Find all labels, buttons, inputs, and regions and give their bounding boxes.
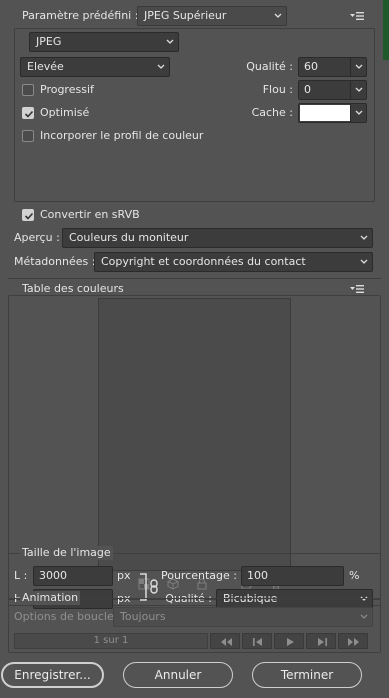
loop-label: Options de boucle : xyxy=(14,610,121,623)
color-table-menu-icon[interactable] xyxy=(350,284,364,294)
section-divider xyxy=(8,278,381,279)
first-frame-button[interactable] xyxy=(210,633,240,649)
chevron-down-icon xyxy=(360,235,368,240)
chevron-down-icon xyxy=(355,110,363,115)
chevron-down-icon xyxy=(360,614,368,619)
save-button[interactable]: Enregistrer... xyxy=(1,662,104,688)
percent-unit: % xyxy=(349,569,360,582)
cancel-button[interactable]: Annuler xyxy=(123,662,233,688)
convert-srgb-checkbox[interactable] xyxy=(22,209,34,221)
matte-color-swatch[interactable] xyxy=(300,105,350,121)
animation-title: Animation xyxy=(20,591,81,605)
quality-combo[interactable]: 60 xyxy=(298,57,367,77)
matte-label: Cache : xyxy=(251,106,293,119)
width-input[interactable]: 3000 xyxy=(33,566,113,586)
blur-combo[interactable]: 0 xyxy=(298,80,367,100)
preset-value: JPEG Supérieur xyxy=(144,9,227,22)
matte-dropdown-button[interactable] xyxy=(350,104,366,122)
preview-value: Couleurs du moniteur xyxy=(69,231,189,244)
next-frame-icon xyxy=(318,638,327,646)
background-window-edge xyxy=(383,0,389,60)
chevron-down-icon xyxy=(355,87,363,92)
width-label: L : xyxy=(14,569,28,582)
compression-value: Elevée xyxy=(27,60,64,73)
optimized-label: Optimisé xyxy=(40,106,90,119)
metadata-select[interactable]: Copyright et coordonnées du contact xyxy=(94,252,373,272)
blur-value: 0 xyxy=(304,83,311,96)
compression-select[interactable]: Elevée xyxy=(20,57,170,77)
image-size-title: Taille de l'image xyxy=(20,546,113,560)
width-unit: px xyxy=(117,569,131,582)
preview-select[interactable]: Couleurs du moniteur xyxy=(62,228,373,248)
format-value: JPEG xyxy=(36,35,62,48)
first-frame-icon xyxy=(221,638,232,646)
frame-counter: 1 sur 1 xyxy=(93,635,129,646)
next-frame-button[interactable] xyxy=(306,633,336,649)
checkmark-icon xyxy=(24,212,34,220)
format-select[interactable]: JPEG xyxy=(29,32,179,52)
color-table-title: Table des couleurs xyxy=(22,282,124,295)
blur-dropdown-button[interactable] xyxy=(350,81,366,99)
checkmark-icon xyxy=(24,110,34,118)
chevron-down-icon xyxy=(360,259,368,264)
last-frame-button[interactable] xyxy=(338,633,368,649)
chevron-down-icon xyxy=(166,39,174,44)
play-icon xyxy=(287,638,294,646)
last-frame-icon xyxy=(348,638,359,646)
chevron-down-icon xyxy=(274,13,282,18)
loop-value: Toujours xyxy=(120,610,166,623)
matte-combo[interactable] xyxy=(298,103,367,123)
previous-frame-icon xyxy=(253,638,262,646)
percent-input[interactable]: 100 xyxy=(241,566,344,586)
previous-frame-button[interactable] xyxy=(242,633,272,649)
percent-label: Pourcentage : xyxy=(160,569,237,582)
embed-profile-label: Incorporer le profil de couleur xyxy=(40,129,204,142)
preview-label: Aperçu : xyxy=(14,231,60,244)
metadata-value: Copyright et coordonnées du contact xyxy=(101,255,306,268)
quality-value: 60 xyxy=(304,60,318,73)
color-table-swatch-area xyxy=(98,298,291,571)
preset-select[interactable]: JPEG Supérieur xyxy=(137,6,287,26)
chevron-down-icon xyxy=(157,64,165,69)
chevron-down-icon xyxy=(355,64,363,69)
metadata-label: Métadonnées : xyxy=(14,255,96,268)
convert-srgb-label: Convertir en sRVB xyxy=(40,208,140,221)
embed-profile-checkbox[interactable] xyxy=(22,130,34,142)
optimized-checkbox[interactable] xyxy=(22,107,34,119)
loop-select[interactable]: Toujours xyxy=(113,607,373,627)
blur-label: Flou : xyxy=(262,83,293,96)
panel-menu-icon[interactable] xyxy=(350,11,364,21)
progressive-label: Progressif xyxy=(40,83,94,96)
progressive-checkbox[interactable] xyxy=(22,84,34,96)
quality-label: Qualité : xyxy=(246,60,293,73)
play-button[interactable] xyxy=(274,633,304,649)
preset-label: Paramètre prédéfini : xyxy=(22,9,139,22)
done-button[interactable]: Terminer xyxy=(252,662,362,688)
quality-dropdown-button[interactable] xyxy=(350,58,366,76)
